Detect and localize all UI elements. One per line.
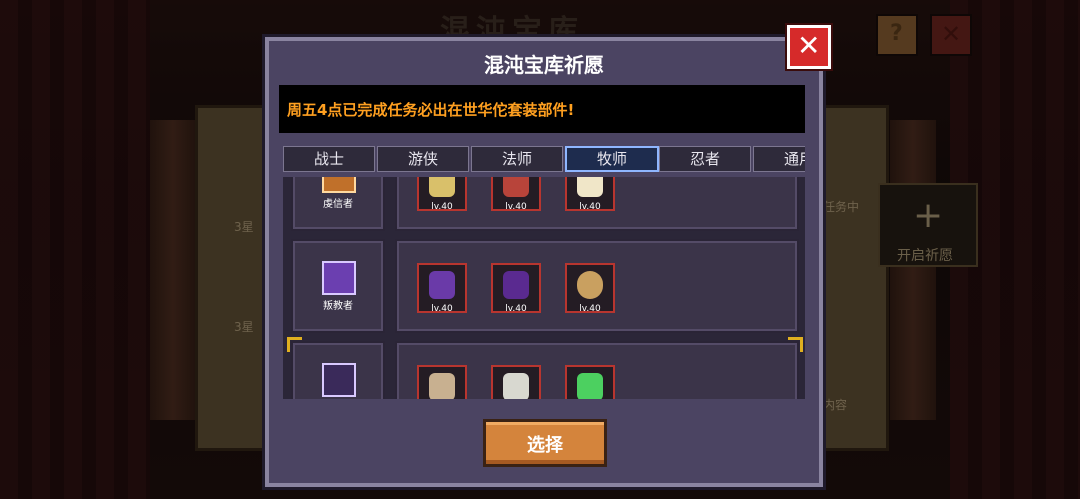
class-name: 叛教者 bbox=[323, 301, 353, 312]
tab-general[interactable]: 通用 bbox=[753, 146, 805, 172]
wish-dialog: 混沌宝库祈愿 ✕ 周五4点已完成任务必出在世华佗套装部件! 战士 游侠 法师 牧… bbox=[265, 25, 831, 487]
dialog-close-button[interactable]: ✕ bbox=[787, 25, 831, 69]
tab-ranger[interactable]: 游侠 bbox=[377, 146, 469, 172]
notice-text: 周五4点已完成任务必出在世华佗套装部件! bbox=[287, 101, 575, 119]
class-icon bbox=[322, 363, 356, 397]
class-icon bbox=[322, 177, 356, 193]
items-box bbox=[395, 341, 799, 399]
tab-ninja[interactable]: 忍者 bbox=[659, 146, 751, 172]
tab-warrior[interactable]: 战士 bbox=[283, 146, 375, 172]
equipment-item[interactable] bbox=[417, 365, 467, 399]
class-box: 叛教者 bbox=[291, 239, 385, 333]
equipment-item[interactable]: lv.40 bbox=[417, 263, 467, 314]
equipment-item[interactable]: lv.40 bbox=[491, 263, 541, 314]
item-icon bbox=[503, 271, 529, 299]
class-box bbox=[291, 341, 385, 399]
notice-banner: 周五4点已完成任务必出在世华佗套装部件! bbox=[279, 85, 805, 133]
tab-mage[interactable]: 法师 bbox=[471, 146, 563, 172]
item-icon bbox=[429, 373, 455, 399]
set-row-selected[interactable] bbox=[287, 337, 803, 399]
item-level: lv.40 bbox=[431, 304, 453, 314]
item-icon bbox=[429, 177, 455, 197]
item-level: lv.40 bbox=[505, 304, 527, 314]
set-row[interactable]: 虔信者 lv.40 lv.40 lv.40 bbox=[291, 177, 799, 231]
select-button[interactable]: 选择 bbox=[483, 419, 607, 467]
item-level: lv.40 bbox=[579, 304, 601, 314]
item-icon bbox=[503, 373, 529, 399]
items-box: lv.40 lv.40 lv.40 bbox=[395, 177, 799, 231]
set-row[interactable]: 叛教者 lv.40 lv.40 lv.40 bbox=[291, 239, 799, 333]
item-level: lv.40 bbox=[505, 202, 527, 212]
equipment-item[interactable] bbox=[565, 365, 615, 399]
items-box: lv.40 lv.40 lv.40 bbox=[395, 239, 799, 333]
item-icon bbox=[503, 177, 529, 197]
select-button-label: 选择 bbox=[527, 435, 563, 456]
class-box: 虔信者 bbox=[291, 177, 385, 231]
tab-priest[interactable]: 牧师 bbox=[565, 146, 659, 172]
equipment-item[interactable]: lv.40 bbox=[491, 177, 541, 212]
item-level: lv.40 bbox=[579, 202, 601, 212]
item-icon bbox=[577, 177, 603, 197]
class-name: 虔信者 bbox=[323, 199, 353, 210]
class-tabs: 战士 游侠 法师 牧师 忍者 通用 bbox=[283, 146, 805, 172]
item-icon bbox=[577, 373, 603, 399]
item-icon bbox=[429, 271, 455, 299]
class-icon bbox=[322, 261, 356, 295]
set-list[interactable]: 虔信者 lv.40 lv.40 lv.40 叛教者 lv.40 lv.40 lv… bbox=[283, 177, 805, 399]
equipment-item[interactable]: lv.40 bbox=[565, 177, 615, 212]
equipment-item[interactable]: lv.40 bbox=[417, 177, 467, 212]
close-icon: ✕ bbox=[797, 29, 821, 62]
equipment-item[interactable]: lv.40 bbox=[565, 263, 615, 314]
equipment-item[interactable] bbox=[491, 365, 541, 399]
dialog-title: 混沌宝库祈愿 bbox=[484, 53, 604, 77]
item-icon bbox=[577, 271, 603, 299]
item-level: lv.40 bbox=[431, 202, 453, 212]
